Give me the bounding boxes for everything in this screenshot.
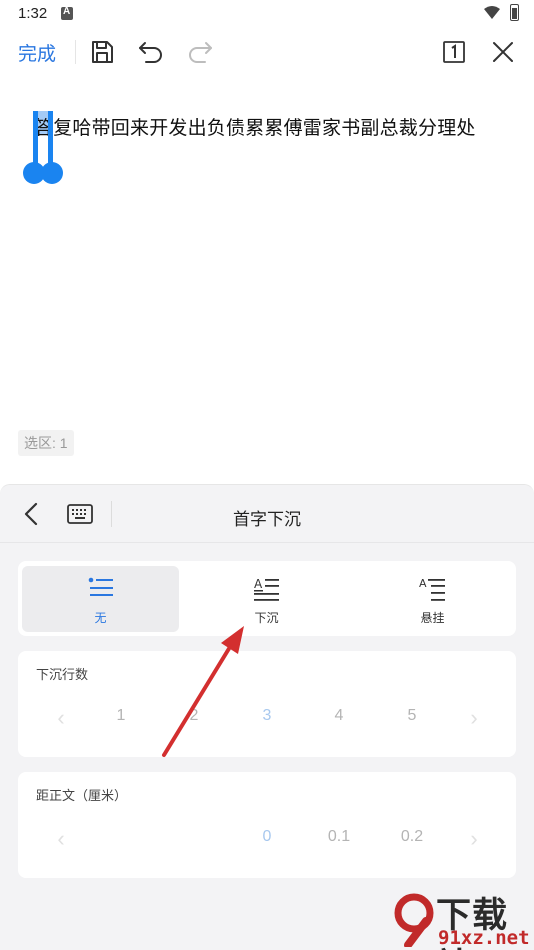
- drop-lines-value[interactable]: 2: [164, 707, 224, 725]
- editor-toolbar: 完成: [0, 28, 534, 76]
- document-area[interactable]: 答复哈带回来开发出负债累累傅雷家书副总裁分理处 选区: 1: [0, 76, 534, 482]
- drop-lines-title: 下沉行数: [36, 667, 89, 682]
- drop-cap-options: 无 A 下沉 A 悬挂: [18, 561, 516, 636]
- status-time: 1:32: [18, 5, 48, 22]
- drop-lines-card: 下沉行数 ‹ 1 2 3 4 5 ›: [18, 651, 516, 757]
- save-icon[interactable]: [88, 38, 116, 66]
- distance-title: 距正文（厘米）: [36, 788, 128, 803]
- status-bar: 1:32: [0, 0, 534, 28]
- close-icon[interactable]: [489, 38, 517, 66]
- option-hanging[interactable]: A 悬挂: [354, 566, 511, 632]
- svg-text:A: A: [419, 577, 427, 590]
- watermark-logo-icon: [394, 893, 434, 947]
- distance-value[interactable]: 0.1: [309, 828, 369, 846]
- option-hanging-label: 悬挂: [420, 611, 445, 625]
- option-drop[interactable]: A 下沉: [188, 566, 345, 632]
- distance-value-current[interactable]: 0: [237, 828, 297, 846]
- option-none-label: 无: [94, 611, 107, 625]
- drop-cap-icon: A: [253, 577, 279, 601]
- drop-lines-value[interactable]: 1: [91, 707, 151, 725]
- undo-icon[interactable]: [137, 38, 165, 66]
- distance-card: 距正文（厘米） ‹ 0 0.1 0.2 ›: [18, 772, 516, 878]
- drop-lines-value[interactable]: 5: [382, 707, 442, 725]
- selection-end-handle-icon[interactable]: [34, 111, 66, 187]
- watermark-url: 91xz.net: [438, 927, 530, 949]
- list-none-icon: [88, 577, 113, 596]
- drop-lines-picker[interactable]: ‹ 1 2 3 4 5 ›: [18, 703, 516, 733]
- toolbar-divider: [75, 40, 76, 64]
- wifi-icon: [484, 6, 500, 19]
- site-watermark: 下载站 91xz.net: [392, 887, 534, 950]
- chevron-right-icon[interactable]: ›: [464, 703, 484, 733]
- drop-lines-value-current[interactable]: 3: [237, 707, 297, 725]
- drop-cap-panel: 首字下沉 无 A 下沉 A 悬挂 下沉行数 ‹ 1 2 3 4 5 › 距正文（…: [0, 484, 534, 950]
- option-none[interactable]: 无: [22, 566, 179, 632]
- hanging-cap-icon: A: [419, 577, 445, 601]
- page-count-icon[interactable]: [440, 38, 468, 66]
- drop-lines-value[interactable]: 4: [309, 707, 369, 725]
- chevron-left-icon[interactable]: ‹: [51, 824, 71, 854]
- done-button[interactable]: 完成: [18, 39, 56, 66]
- panel-header: 首字下沉: [0, 485, 534, 543]
- svg-text:A: A: [254, 577, 263, 591]
- redo-icon[interactable]: [186, 38, 214, 66]
- distance-picker[interactable]: ‹ 0 0.1 0.2 ›: [18, 824, 516, 854]
- notification-icon: [61, 6, 73, 20]
- chevron-right-icon[interactable]: ›: [464, 824, 484, 854]
- option-drop-label: 下沉: [254, 611, 279, 625]
- panel-title: 首字下沉: [233, 510, 301, 529]
- chevron-left-icon[interactable]: ‹: [51, 703, 71, 733]
- document-text[interactable]: 答复哈带回来开发出负债累累傅雷家书副总裁分理处: [34, 113, 476, 140]
- battery-icon: [510, 4, 519, 21]
- distance-value[interactable]: 0.2: [382, 828, 442, 846]
- selection-count-badge: 选区: 1: [18, 430, 74, 456]
